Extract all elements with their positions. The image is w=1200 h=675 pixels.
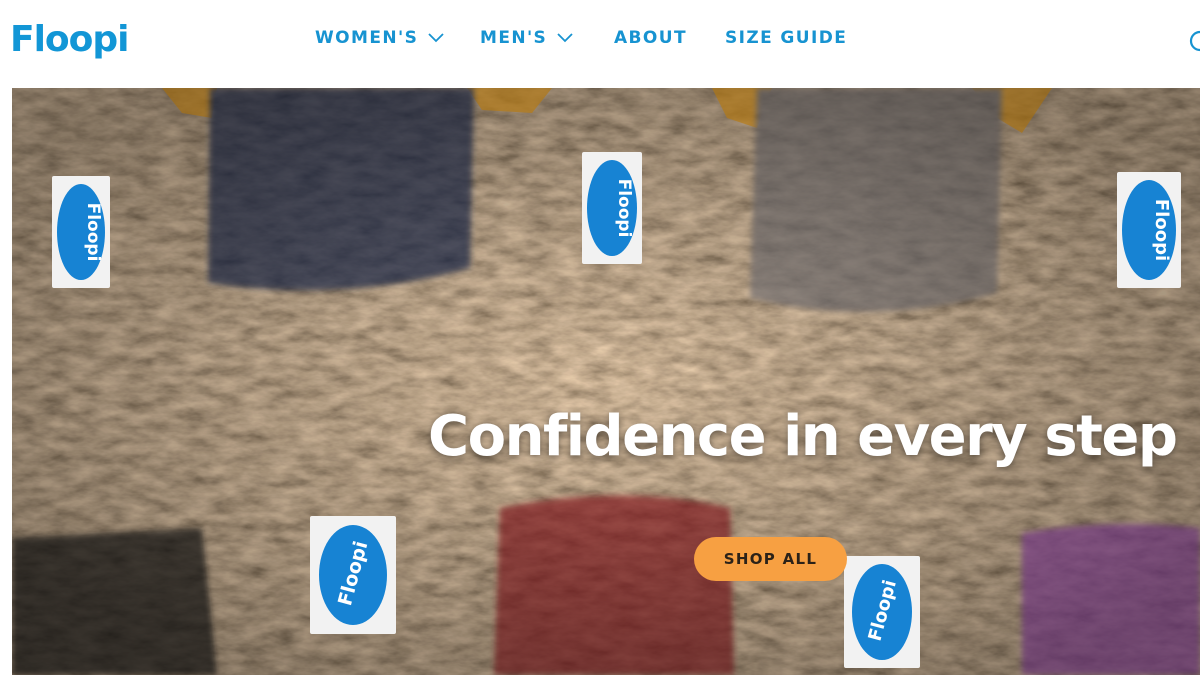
shop-all-button[interactable]: SHOP ALL bbox=[694, 537, 847, 581]
product-tag: Floopi bbox=[310, 516, 396, 634]
hero-image: Floopi Floopi Floopi Floopi Floopi bbox=[12, 88, 1200, 675]
tag-label: Floopi bbox=[83, 203, 103, 262]
nav-item-size-guide-label: SIZE GUIDE bbox=[725, 28, 848, 48]
nav-item-mens[interactable]: MEN'S bbox=[480, 28, 573, 48]
nav-item-size-guide[interactable]: SIZE GUIDE bbox=[725, 28, 847, 48]
account-icon[interactable] bbox=[1188, 28, 1200, 54]
nav-item-about-label: ABOUT bbox=[614, 28, 687, 48]
product-tag: Floopi bbox=[844, 556, 920, 668]
product-tag: Floopi bbox=[1117, 172, 1181, 288]
nav-item-about[interactable]: ABOUT bbox=[614, 28, 687, 48]
tag-label: Floopi bbox=[1151, 199, 1172, 261]
nav-item-womens-label: WOMEN'S bbox=[315, 28, 419, 48]
hero-banner: Floopi Floopi Floopi Floopi Floopi Confi… bbox=[12, 88, 1200, 675]
logo-text: Floopi bbox=[10, 19, 130, 60]
hero-headline: Confidence in every step bbox=[428, 404, 1178, 469]
nav-item-womens[interactable]: WOMEN'S bbox=[315, 28, 444, 48]
site-header: Floopi WOMEN'S MEN'S ABOUT SIZE GUIDE bbox=[0, 0, 1200, 88]
tag-label: Floopi bbox=[614, 179, 634, 238]
chevron-down-icon bbox=[557, 33, 573, 43]
nav-item-mens-label: MEN'S bbox=[480, 28, 548, 48]
brand-logo[interactable]: Floopi bbox=[10, 14, 130, 66]
product-tag: Floopi bbox=[582, 152, 642, 264]
chevron-down-icon bbox=[428, 33, 444, 43]
product-tag: Floopi bbox=[52, 176, 110, 288]
